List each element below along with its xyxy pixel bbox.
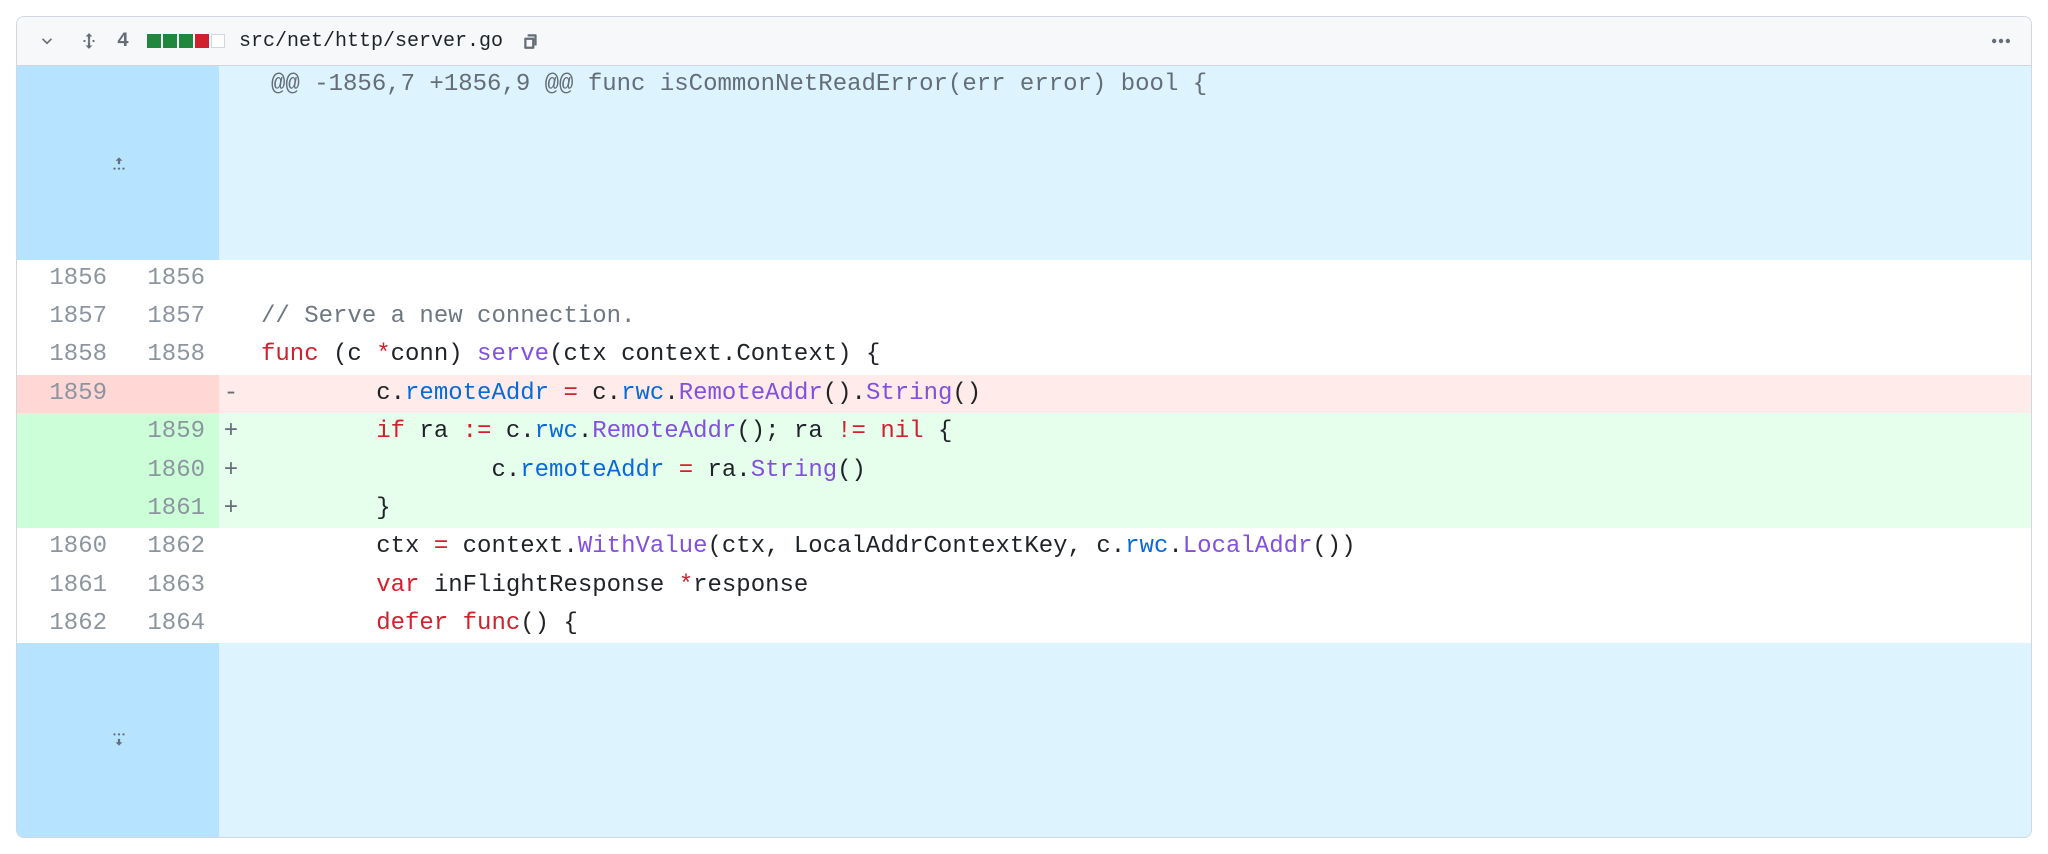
diffstat-square (195, 34, 209, 48)
collapse-toggle[interactable] (33, 27, 61, 55)
code-cell[interactable]: ctx = context.WithValue(ctx, LocalAddrCo… (243, 528, 2031, 566)
line-number-new[interactable]: 1863 (115, 567, 219, 605)
diff-marker (219, 336, 243, 374)
line-number-new[interactable]: 1860 (115, 452, 219, 490)
diff-line-del: 1859 - c.remoteAddr = c.rwc.RemoteAddr().… (17, 375, 2031, 413)
expand-up-icon (27, 143, 211, 183)
diff-marker (219, 298, 243, 336)
hunk-header-text: @@ -1856,7 +1856,9 @@ func isCommonNetRe… (243, 66, 2031, 260)
line-number-new[interactable] (115, 375, 219, 413)
file-path[interactable]: src/net/http/server.go (239, 30, 503, 53)
line-number-old[interactable] (17, 452, 115, 490)
code-cell[interactable]: if ra := c.rwc.RemoteAddr(); ra != nil { (243, 413, 2031, 451)
diff-line-ctx: 18601862 ctx = context.WithValue(ctx, Lo… (17, 528, 2031, 566)
line-number-new[interactable]: 1857 (115, 298, 219, 336)
diff-marker (219, 528, 243, 566)
code-cell[interactable]: // Serve a new connection. (243, 298, 2031, 336)
diff-line-ctx: 18561856 (17, 260, 2031, 298)
diffstat-square (163, 34, 177, 48)
diff-marker: + (219, 413, 243, 451)
change-count: 4 (117, 30, 129, 53)
code-cell[interactable]: func (c *conn) serve(ctx context.Context… (243, 336, 2031, 374)
line-number-old[interactable] (17, 490, 115, 528)
diffstat-square (179, 34, 193, 48)
code-cell[interactable]: c.remoteAddr = ra.String() (243, 452, 2031, 490)
diffstat-square (211, 34, 225, 48)
diff-marker: - (219, 375, 243, 413)
file-menu-button[interactable] (1987, 27, 2015, 55)
line-number-new[interactable]: 1858 (115, 336, 219, 374)
diff-line-ctx: 18611863 var inFlightResponse *response (17, 567, 2031, 605)
line-number-old[interactable]: 1862 (17, 605, 115, 643)
line-number-old[interactable]: 1856 (17, 260, 115, 298)
line-number-old[interactable]: 1861 (17, 567, 115, 605)
diff-marker: + (219, 452, 243, 490)
code-cell[interactable] (243, 260, 2031, 298)
diff-line-add: 1860+ c.remoteAddr = ra.String() (17, 452, 2031, 490)
diff-marker: + (219, 490, 243, 528)
line-number-new[interactable]: 1861 (115, 490, 219, 528)
diff-table: @@ -1856,7 +1856,9 @@ func isCommonNetRe… (17, 66, 2031, 837)
diff-line-add: 1861+ } (17, 490, 2031, 528)
code-cell[interactable]: defer func() { (243, 605, 2031, 643)
file-header: 4 src/net/http/server.go (17, 17, 2031, 66)
line-number-old[interactable]: 1858 (17, 336, 115, 374)
expand-down-row (17, 643, 2031, 837)
code-cell[interactable]: c.remoteAddr = c.rwc.RemoteAddr().String… (243, 375, 2031, 413)
line-number-new[interactable]: 1864 (115, 605, 219, 643)
copy-path-button[interactable] (517, 27, 545, 55)
line-number-new[interactable]: 1862 (115, 528, 219, 566)
diff-line-ctx: 18571857 // Serve a new connection. (17, 298, 2031, 336)
diff-marker (219, 260, 243, 298)
line-number-new[interactable]: 1856 (115, 260, 219, 298)
line-number-old[interactable] (17, 413, 115, 451)
diff-file: 4 src/net/http/server.go (16, 16, 2032, 838)
line-number-new[interactable]: 1859 (115, 413, 219, 451)
expand-down-icon (27, 720, 211, 760)
diffstat-squares (147, 34, 225, 48)
hunk-header-row: @@ -1856,7 +1856,9 @@ func isCommonNetRe… (17, 66, 2031, 260)
diff-line-ctx: 18581858 func (c *conn) serve(ctx context… (17, 336, 2031, 374)
diffstat-square (147, 34, 161, 48)
line-number-old[interactable]: 1857 (17, 298, 115, 336)
diff-line-ctx: 18621864 defer func() { (17, 605, 2031, 643)
code-cell[interactable]: var inFlightResponse *response (243, 567, 2031, 605)
code-cell[interactable]: } (243, 490, 2031, 528)
line-number-old[interactable]: 1860 (17, 528, 115, 566)
line-number-old[interactable]: 1859 (17, 375, 115, 413)
diff-line-add: 1859+ if ra := c.rwc.RemoteAddr(); ra !=… (17, 413, 2031, 451)
diff-marker (219, 567, 243, 605)
diff-body: @@ -1856,7 +1856,9 @@ func isCommonNetRe… (17, 66, 2031, 643)
diff-marker (219, 605, 243, 643)
expand-all-button[interactable] (75, 27, 103, 55)
